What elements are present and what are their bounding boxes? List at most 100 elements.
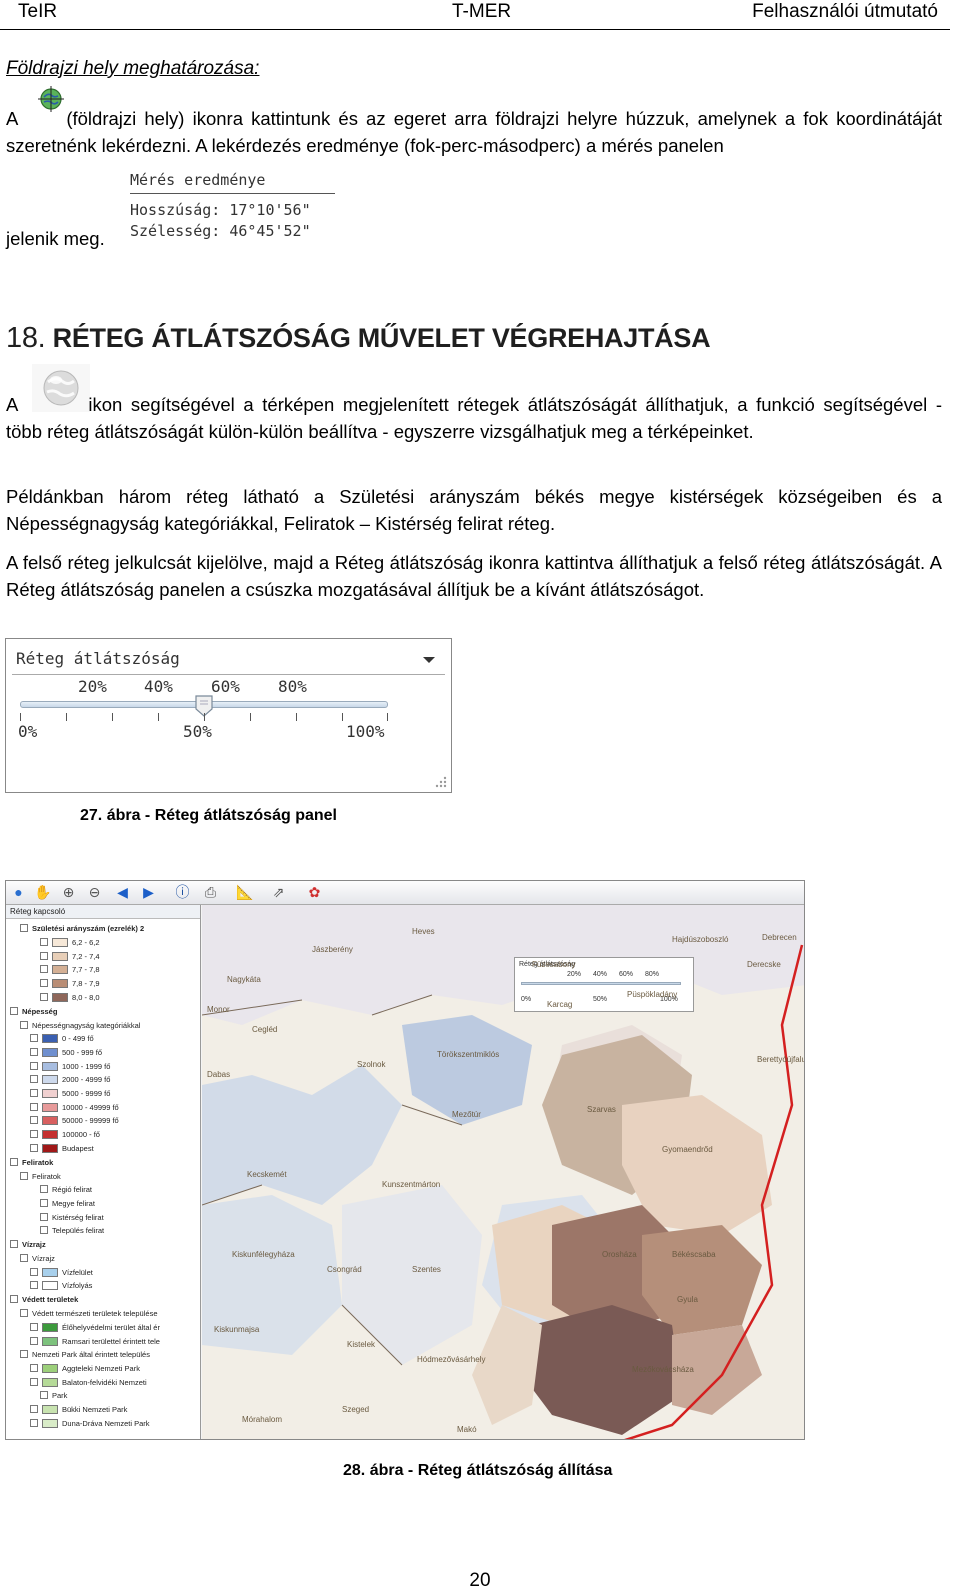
print-icon[interactable]: ⎙: [202, 884, 219, 901]
layer-label: 50000 - 99999 fő: [62, 1116, 119, 1126]
layer-checkbox[interactable]: [10, 1295, 18, 1304]
export-icon[interactable]: ⇗: [270, 884, 287, 901]
layer-checkbox[interactable]: [30, 1267, 38, 1276]
section-title: RÉTEG ÁTLÁTSZÓSÁG MŰVELET VÉGREHAJTÁSA: [52, 323, 711, 353]
panel-collapse-icon[interactable]: [423, 657, 435, 663]
layer-checkbox[interactable]: [40, 951, 48, 960]
back-arrow-icon[interactable]: ◀: [114, 884, 131, 901]
legend-swatch: [42, 1363, 58, 1373]
layer-label: Születési arányszám (ezrelék) 2: [32, 924, 145, 933]
layer-checkbox[interactable]: [30, 1075, 38, 1084]
measure-title: Mérés eredménye: [130, 170, 335, 194]
layer-checkbox[interactable]: [30, 1089, 38, 1097]
opacity-tool-icon[interactable]: ✿: [306, 884, 323, 901]
section-number: 18.: [6, 322, 46, 354]
legend-swatch: [42, 1034, 58, 1044]
layer-label: 5000 - 9999 fő: [62, 1089, 111, 1098]
layer-checkbox[interactable]: [40, 1226, 48, 1235]
map-place-label: Hódmezővásárhely: [417, 1355, 486, 1364]
layer-checkbox[interactable]: [30, 1047, 38, 1056]
legend-swatch: [42, 1089, 58, 1098]
layer-checkbox[interactable]: [30, 1034, 38, 1043]
map-canvas[interactable]: Réteg átlátszóság 20% 40% 60% 80% 0% 50%…: [201, 905, 804, 1439]
legend-swatch: [42, 1143, 58, 1153]
measure-icon[interactable]: 📐: [236, 884, 253, 901]
legend-swatch: [52, 979, 68, 989]
layer-checkbox[interactable]: [30, 1281, 38, 1290]
figure-27-caption: 27. ábra - Réteg átlátszóság panel: [80, 807, 337, 824]
map-place-label: Kiskunfélegyháza: [232, 1250, 295, 1259]
layer-label: 1000 - 1999 fő: [62, 1061, 111, 1071]
map-place-label: Gyomaendrőd: [662, 1145, 713, 1154]
forward-arrow-icon[interactable]: ▶: [140, 884, 157, 901]
layer-label: 10000 - 49999 fő: [62, 1102, 119, 1112]
layer-checkbox[interactable]: [40, 979, 48, 988]
layer-checkbox[interactable]: [10, 1240, 18, 1248]
layer-checkbox[interactable]: [40, 938, 48, 946]
geo-p1-end: jelenik meg.: [6, 228, 105, 249]
layer-checkbox[interactable]: [40, 1185, 48, 1194]
inset-slider-track[interactable]: [521, 982, 681, 985]
layer-checkbox[interactable]: [30, 1116, 38, 1125]
resize-grip-icon[interactable]: [433, 774, 447, 788]
layer-label: Védett területek: [22, 1295, 79, 1305]
layer-checkbox[interactable]: [20, 1020, 28, 1029]
inset-tick: 0%: [521, 996, 532, 1003]
header-right: Felhasználói útmutató: [752, 1, 938, 22]
layer-checkbox[interactable]: [30, 1405, 38, 1413]
layer-label: Vízfelület: [62, 1267, 93, 1277]
map-place-label: Dabas: [207, 1070, 231, 1079]
layer-switcher-panel: Réteg kapcsoló Születési arányszám (ezre…: [6, 905, 201, 1439]
layer-label: Aggteleki Nemzeti Park: [62, 1363, 140, 1373]
layer-label: Település felirat: [52, 1226, 105, 1236]
layer-checkbox[interactable]: [20, 1309, 28, 1318]
layer-label: Kistérség felirat: [52, 1212, 104, 1222]
layer-checkbox[interactable]: [30, 1143, 38, 1152]
layer-label: Vízrajz: [22, 1240, 46, 1249]
layer-checkbox[interactable]: [10, 1157, 18, 1166]
choropleth-map: [201, 905, 804, 1439]
map-place-label: Kiskunmajsa: [214, 1325, 260, 1334]
layer-checkbox[interactable]: [40, 1391, 48, 1400]
pan-hand-icon[interactable]: ✋: [34, 884, 51, 901]
layer-label: 2000 - 4999 fő: [62, 1075, 111, 1085]
layer-checkbox[interactable]: [30, 1418, 38, 1427]
layer-checkbox[interactable]: [40, 1212, 48, 1221]
layer-label: Védett természeti területek települése: [32, 1309, 158, 1319]
map-place-label: Törökszentmiklós: [437, 1050, 500, 1059]
zoom-in-icon[interactable]: ⊕: [60, 884, 77, 901]
globe-icon[interactable]: ●: [10, 884, 27, 901]
layer-checkbox[interactable]: [40, 965, 48, 974]
layer-checkbox[interactable]: [30, 1061, 38, 1070]
layer-checkbox[interactable]: [20, 1254, 28, 1262]
zoom-out-icon[interactable]: ⊖: [86, 884, 103, 901]
map-place-label: Kecskemét: [247, 1170, 287, 1179]
layer-checkbox[interactable]: [30, 1363, 38, 1372]
figure-28-caption: 28. ábra - Réteg átlátszóság állítása: [343, 1462, 613, 1479]
layer-checkbox[interactable]: [20, 1171, 28, 1180]
tick-label-top: 20%: [78, 677, 107, 696]
info-icon[interactable]: ⓘ: [174, 884, 191, 901]
map-place-label: Cegléd: [252, 1025, 278, 1034]
tick-label-top: 40%: [144, 677, 173, 696]
map-place-label: Szentes: [412, 1265, 441, 1274]
p1-start: A: [6, 394, 19, 415]
layer-checkbox[interactable]: [30, 1102, 38, 1111]
layer-checkbox[interactable]: [20, 1350, 28, 1359]
layer-checkbox[interactable]: [40, 992, 48, 1001]
layer-checkbox[interactable]: [30, 1130, 38, 1139]
layer-checkbox[interactable]: [30, 1336, 38, 1345]
layer-checkbox[interactable]: [30, 1322, 38, 1331]
layer-checkbox[interactable]: [20, 924, 28, 932]
layer-checkbox[interactable]: [30, 1377, 38, 1386]
legend-swatch: [52, 992, 68, 1002]
layer-checkbox[interactable]: [40, 1198, 48, 1207]
map-place-label: Nagykáta: [227, 975, 261, 984]
layer-label: Budapest: [62, 1143, 94, 1153]
layer-label: 500 - 999 fő: [62, 1047, 103, 1057]
layer-label: 7,2 - 7,4: [72, 951, 100, 961]
legend-swatch: [42, 1322, 58, 1332]
layer-checkbox[interactable]: [10, 1006, 18, 1015]
tick-label-bottom: 50%: [183, 722, 212, 741]
inset-tick: 80%: [645, 971, 660, 978]
